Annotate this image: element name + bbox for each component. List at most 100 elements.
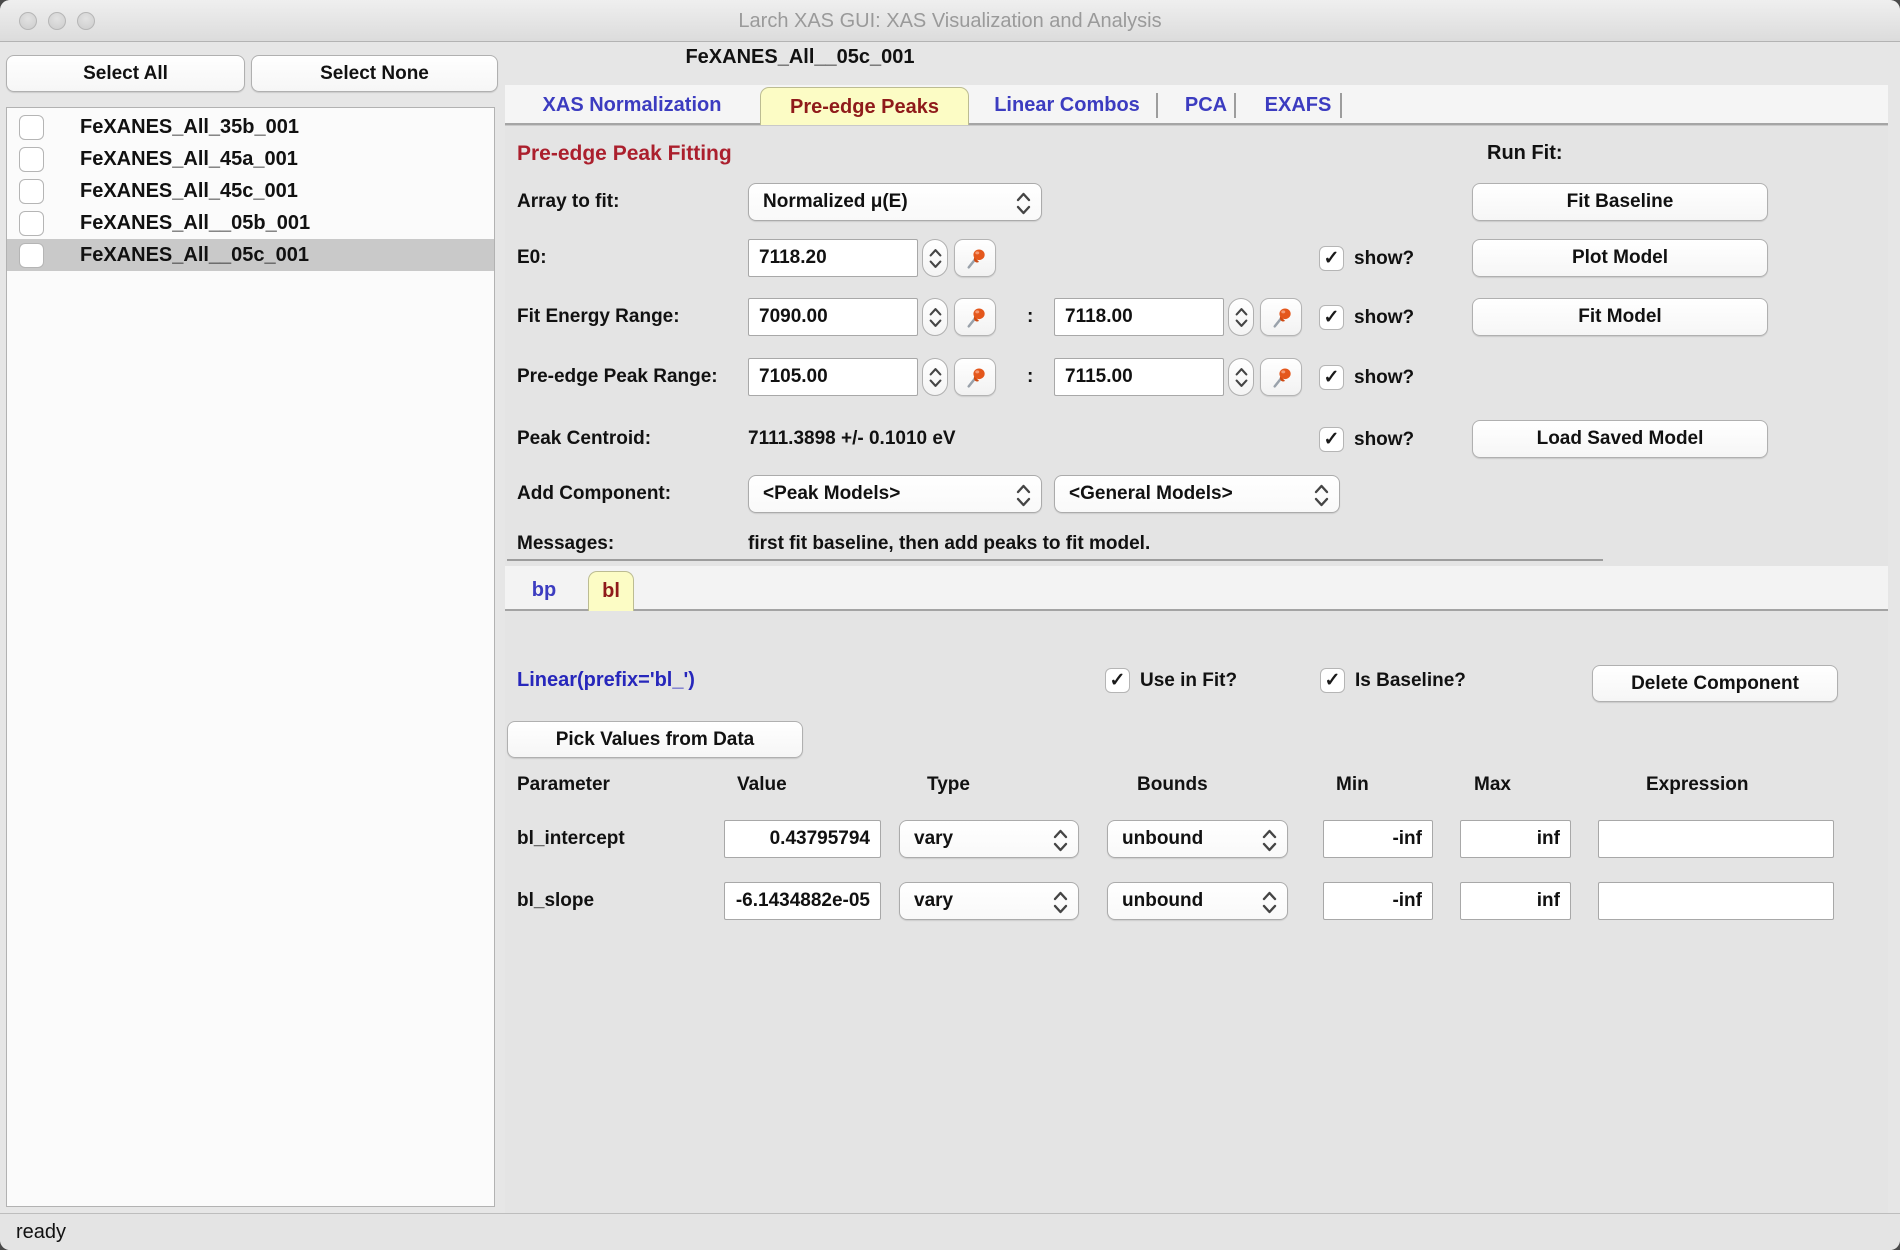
file-label: FeXANES_All_45a_001 [80,148,298,171]
spinner-arrows-icon [928,246,943,271]
fit-range-from-spinner[interactable] [922,298,948,336]
fit-baseline-button[interactable]: Fit Baseline [1472,183,1768,221]
peak-range-from-input[interactable]: 7105.00 [748,358,918,396]
chevron-up-down-icon [1015,483,1032,508]
fit-range-show-checkbox[interactable]: ✓ [1319,305,1344,330]
col-header-parameter: Parameter [517,766,610,804]
show-label: show? [1354,307,1414,329]
delete-component-button[interactable]: Delete Component [1592,665,1838,702]
peak-models-select[interactable]: <Peak Models> [748,475,1042,513]
param-max-input[interactable]: inf [1460,820,1571,858]
pin-icon [963,305,988,330]
spinner-arrows-icon [928,365,943,390]
fit-model-button[interactable]: Fit Model [1472,298,1768,336]
run-fit-label: Run Fit: [1487,142,1563,165]
chevron-up-down-icon [1052,828,1069,853]
file-checkbox[interactable] [19,115,44,140]
show-label: show? [1354,367,1414,389]
e0-input[interactable]: 7118.20 [748,239,918,277]
peak-range-from-pin-button[interactable] [954,358,996,396]
tab-xas-normalization[interactable]: XAS Normalization [530,85,734,125]
tab-separator [1234,93,1236,118]
param-type-select[interactable]: vary [899,820,1079,858]
file-checkbox[interactable] [19,211,44,236]
select-all-button[interactable]: Select All [6,55,245,92]
file-checkbox[interactable] [19,147,44,172]
col-header-bounds: Bounds [1137,766,1208,804]
tab-pre-edge-peaks[interactable]: Pre-edge Peaks [760,87,969,127]
peak-range-show-checkbox[interactable]: ✓ [1319,365,1344,390]
file-checkbox[interactable] [19,179,44,204]
peak-range-show-row: ✓ show? [1319,365,1414,390]
peak-range-to-spinner[interactable] [1228,358,1254,396]
param-value-input[interactable]: 0.43795794 [724,820,881,858]
status-bar: ready [0,1213,1900,1250]
param-min-input[interactable]: -inf [1323,820,1433,858]
peak-range-to-pin-button[interactable] [1260,358,1302,396]
tab-separator [1340,93,1342,118]
use-in-fit-checkbox[interactable]: ✓ [1105,668,1130,693]
e0-spinner[interactable] [922,239,948,277]
e0-pin-button[interactable] [954,239,996,277]
param-type-value: vary [914,890,953,911]
centroid-show-checkbox[interactable]: ✓ [1319,427,1344,452]
peak-centroid-label: Peak Centroid: [517,420,651,458]
load-saved-model-button[interactable]: Load Saved Model [1472,420,1768,458]
tab-exafs[interactable]: EXAFS [1243,85,1353,125]
messages-text: first fit baseline, then add peaks to fi… [748,525,1150,563]
fit-range-from-pin-button[interactable] [954,298,996,336]
array-to-fit-label: Array to fit: [517,183,619,221]
fit-range-show-row: ✓ show? [1319,305,1414,330]
tab-separator [1156,93,1158,118]
use-in-fit-label: Use in Fit? [1140,670,1237,692]
param-name: bl_intercept [517,820,625,858]
show-label: show? [1354,429,1414,451]
tab-linear-combos[interactable]: Linear Combos [983,85,1151,125]
component-title: Linear(prefix='bl_') [517,661,695,699]
list-item[interactable]: FeXANES_All_45a_001 [7,143,494,175]
col-header-type: Type [927,766,970,804]
centroid-show-row: ✓ show? [1319,427,1414,452]
tab-bl[interactable]: bl [588,571,634,611]
param-value-input[interactable]: -6.1434882e-05 [724,882,881,920]
fit-range-to-pin-button[interactable] [1260,298,1302,336]
peak-range-to-input[interactable]: 7115.00 [1054,358,1224,396]
param-expression-input[interactable] [1598,882,1834,920]
plot-model-button[interactable]: Plot Model [1472,239,1768,277]
param-max-input[interactable]: inf [1460,882,1571,920]
e0-show-checkbox[interactable]: ✓ [1319,246,1344,271]
array-to-fit-select[interactable]: Normalized μ(E) [748,183,1042,221]
section-heading: Pre-edge Peak Fitting [517,142,732,166]
param-bounds-select[interactable]: unbound [1107,820,1288,858]
peak-models-value: <Peak Models> [763,483,900,504]
general-models-value: <General Models> [1069,483,1233,504]
fit-range-to-input[interactable]: 7118.00 [1054,298,1224,336]
tab-bp[interactable]: bp [523,571,565,611]
list-item[interactable]: FeXANES_All_35b_001 [7,111,494,143]
list-item[interactable]: FeXANES_All_45c_001 [7,175,494,207]
list-item-selected[interactable]: FeXANES_All__05c_001 [7,239,494,271]
is-baseline-checkbox[interactable]: ✓ [1320,668,1345,693]
peak-range-from-spinner[interactable] [922,358,948,396]
messages-label: Messages: [517,525,614,563]
file-checkbox[interactable] [19,243,44,268]
pin-icon [1269,365,1294,390]
param-expression-input[interactable] [1598,820,1834,858]
param-type-select[interactable]: vary [899,882,1079,920]
param-name: bl_slope [517,882,594,920]
separator-line [507,559,1603,561]
general-models-select[interactable]: <General Models> [1054,475,1340,513]
list-item[interactable]: FeXANES_All__05b_001 [7,207,494,239]
select-none-button[interactable]: Select None [251,55,498,92]
spinner-arrows-icon [928,305,943,330]
param-bounds-select[interactable]: unbound [1107,882,1288,920]
chevron-up-down-icon [1261,890,1278,915]
fit-range-from-input[interactable]: 7090.00 [748,298,918,336]
param-type-value: vary [914,828,953,849]
pick-values-button[interactable]: Pick Values from Data [507,721,803,758]
range-colon: : [1027,358,1033,396]
array-to-fit-value: Normalized μ(E) [763,191,908,212]
param-min-input[interactable]: -inf [1323,882,1433,920]
fit-range-to-spinner[interactable] [1228,298,1254,336]
file-list: FeXANES_All_35b_001 FeXANES_All_45a_001 … [6,107,495,1207]
